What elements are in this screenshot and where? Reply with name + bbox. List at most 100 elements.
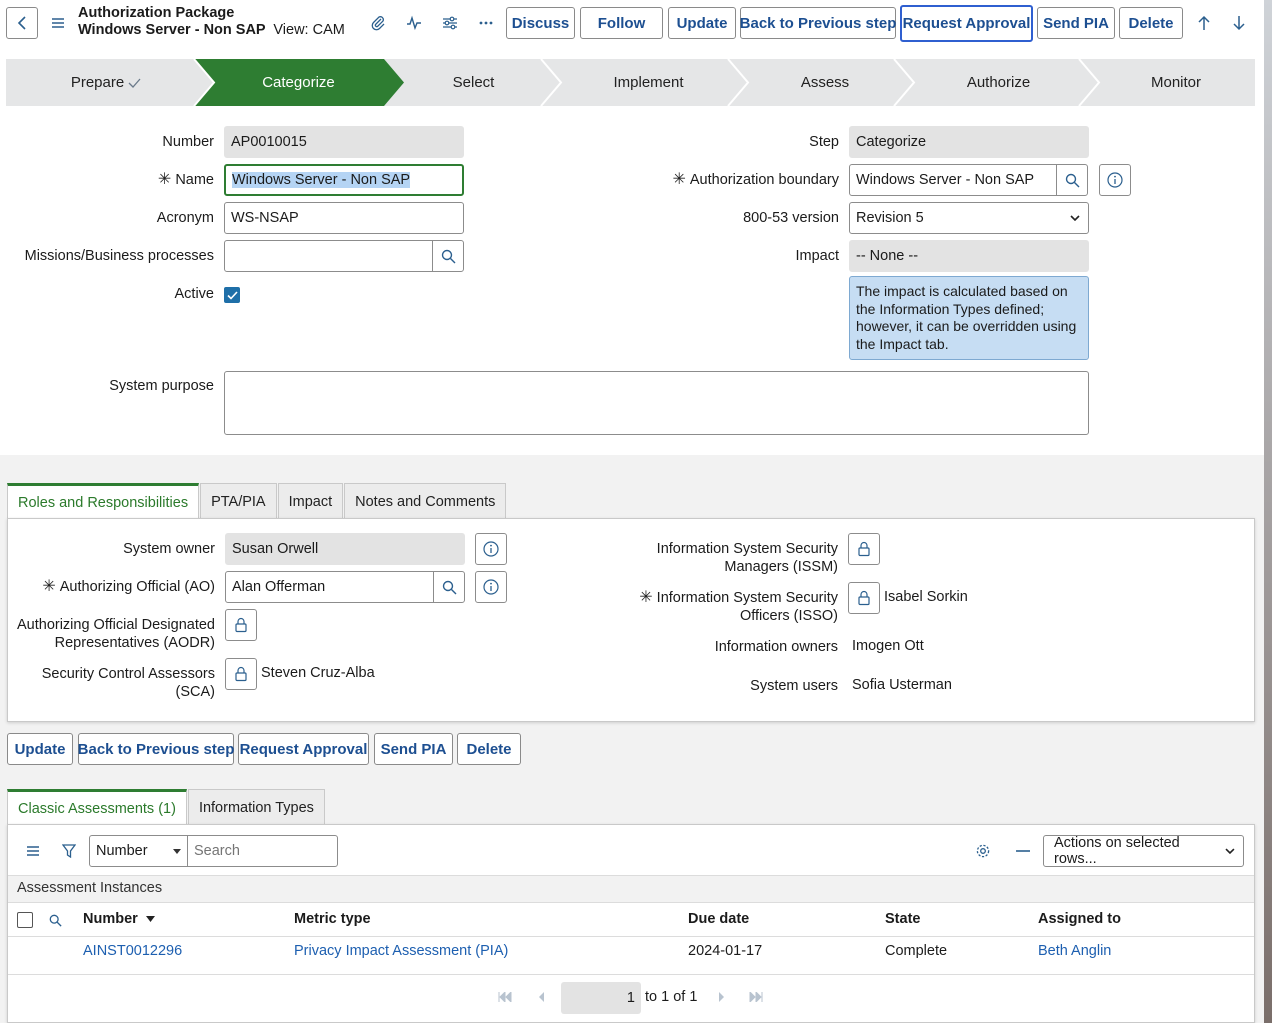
- bottom-back-button[interactable]: Back to Previous step: [78, 733, 234, 765]
- delete-button[interactable]: Delete: [1119, 7, 1183, 39]
- step-label-field: Step: [809, 134, 839, 150]
- arrow-down-icon[interactable]: [1228, 12, 1250, 34]
- more-options-icon[interactable]: [475, 12, 497, 34]
- select-all-checkbox[interactable]: [17, 912, 33, 928]
- version-select[interactable]: Revision 5: [849, 202, 1089, 234]
- column-header-number-label: Number: [83, 911, 138, 927]
- activity-icon[interactable]: [403, 12, 425, 34]
- right-edge-strip: [1264, 0, 1272, 1023]
- actions-select[interactable]: Actions on selected rows...: [1043, 835, 1244, 867]
- chevron-down-icon: [1070, 215, 1080, 221]
- previous-page-icon[interactable]: [531, 988, 551, 1006]
- missions-lookup-button[interactable]: [432, 240, 464, 272]
- step-label: Select: [452, 74, 495, 91]
- update-button[interactable]: Update: [668, 7, 736, 39]
- row-assigned-link[interactable]: Beth Anglin: [1038, 943, 1111, 959]
- ao-info-button[interactable]: [475, 571, 507, 603]
- step-label: Monitor: [1150, 74, 1202, 91]
- system-owner-info-button[interactable]: [475, 533, 507, 565]
- tab-roles[interactable]: Roles and Responsibilities: [7, 483, 200, 520]
- boundary-label-wrap: ✳ Authorization boundary: [600, 171, 839, 189]
- name-field[interactable]: Windows Server - Non SAP: [224, 164, 464, 196]
- step-label: Assess: [800, 74, 850, 91]
- step-assess[interactable]: Assess: [741, 59, 909, 106]
- lock-icon: [858, 590, 870, 606]
- column-header-number[interactable]: Number: [83, 911, 155, 927]
- info-icon: [1107, 172, 1123, 188]
- issm-lock-button[interactable]: [848, 533, 880, 565]
- request-approval-button[interactable]: Request Approval: [900, 5, 1033, 42]
- row-number-link[interactable]: AINST0012296: [83, 943, 182, 959]
- send-pia-button[interactable]: Send PIA: [1037, 7, 1115, 39]
- list-search-input[interactable]: [187, 835, 338, 867]
- lock-icon: [235, 617, 247, 633]
- filter-icon[interactable]: [58, 841, 80, 861]
- step-categorize[interactable]: Categorize: [206, 59, 391, 106]
- column-header-metric[interactable]: Metric type: [294, 911, 371, 927]
- arrow-up-icon[interactable]: [1193, 12, 1215, 34]
- acronym-field[interactable]: WS-NSAP: [224, 202, 464, 234]
- users-value: Sofia Usterman: [852, 677, 952, 693]
- step-monitor[interactable]: Monitor: [1091, 59, 1261, 106]
- discuss-button[interactable]: Discuss: [506, 7, 575, 39]
- chevron-down-icon: [1225, 848, 1235, 854]
- gear-icon[interactable]: [972, 841, 994, 861]
- boundary-field[interactable]: Windows Server - Non SAP: [849, 164, 1057, 196]
- step-prepare[interactable]: Prepare: [6, 59, 206, 106]
- users-label: System users: [750, 678, 838, 694]
- tab-pta-pia[interactable]: PTA/PIA: [200, 483, 277, 519]
- last-page-icon[interactable]: [746, 988, 766, 1006]
- back-icon[interactable]: [6, 7, 38, 39]
- column-search-icon[interactable]: [45, 910, 65, 930]
- menu-icon[interactable]: [48, 14, 68, 32]
- column-header-due[interactable]: Due date: [688, 911, 749, 927]
- step-implement[interactable]: Implement: [561, 59, 736, 106]
- first-page-icon[interactable]: [495, 988, 515, 1006]
- row-metric-link[interactable]: Privacy Impact Assessment (PIA): [294, 943, 508, 959]
- search-icon: [441, 249, 455, 263]
- next-page-icon[interactable]: [711, 988, 731, 1006]
- back-to-previous-step-button[interactable]: Back to Previous step: [740, 7, 896, 39]
- isso-lock-button[interactable]: [848, 582, 880, 614]
- lock-icon: [235, 666, 247, 682]
- checkmark-icon: [128, 78, 141, 88]
- tab-notes[interactable]: Notes and Comments: [344, 483, 507, 519]
- settings-sliders-icon[interactable]: [439, 12, 461, 34]
- sca-label-line1: Security Control Assessors: [41, 666, 215, 682]
- tab-information-types[interactable]: Information Types: [187, 789, 325, 825]
- column-header-state[interactable]: State: [885, 911, 920, 927]
- form-title: Authorization Package Windows Server - N…: [78, 5, 345, 39]
- ao-field[interactable]: Alan Offerman: [225, 571, 434, 603]
- form-header: Authorization Package Windows Server - N…: [0, 0, 1264, 46]
- row-state: Complete: [885, 943, 948, 959]
- pager-text: to 1 of 1: [645, 989, 698, 1005]
- step-select[interactable]: Select: [386, 59, 561, 106]
- list-menu-icon[interactable]: [22, 841, 44, 861]
- step-authorize[interactable]: Authorize: [911, 59, 1086, 106]
- bottom-request-approval-button[interactable]: Request Approval: [238, 733, 369, 765]
- filter-field-select[interactable]: Number: [89, 835, 188, 867]
- bottom-delete-button[interactable]: Delete: [457, 733, 521, 765]
- record-name: Windows Server - Non SAP: [78, 22, 266, 38]
- aodr-lock-button[interactable]: [225, 609, 257, 641]
- boundary-info-button[interactable]: [1099, 164, 1131, 196]
- bottom-send-pia-button[interactable]: Send PIA: [374, 733, 453, 765]
- column-header-assigned[interactable]: Assigned to: [1038, 911, 1121, 927]
- follow-button[interactable]: Follow: [580, 7, 663, 39]
- collapse-icon[interactable]: [1012, 841, 1034, 861]
- missions-field[interactable]: [224, 240, 433, 272]
- ao-lookup-button[interactable]: [433, 571, 465, 603]
- bottom-update-button[interactable]: Update: [7, 733, 73, 765]
- view-label: View: CAM: [273, 22, 345, 38]
- search-icon: [442, 580, 456, 594]
- page-number-input[interactable]: 1: [561, 982, 641, 1014]
- purpose-textarea[interactable]: [224, 371, 1089, 435]
- tab-impact[interactable]: Impact: [277, 483, 344, 519]
- boundary-lookup-button[interactable]: [1056, 164, 1088, 196]
- attachment-icon[interactable]: [367, 12, 389, 34]
- number-field: AP0010015: [224, 126, 464, 158]
- tab-classic-assessments[interactable]: Classic Assessments (1): [7, 789, 187, 826]
- active-checkbox[interactable]: [224, 287, 240, 303]
- sca-lock-button[interactable]: [225, 658, 257, 690]
- ao-label-wrap: ✳ Authorizing Official (AO): [10, 578, 215, 596]
